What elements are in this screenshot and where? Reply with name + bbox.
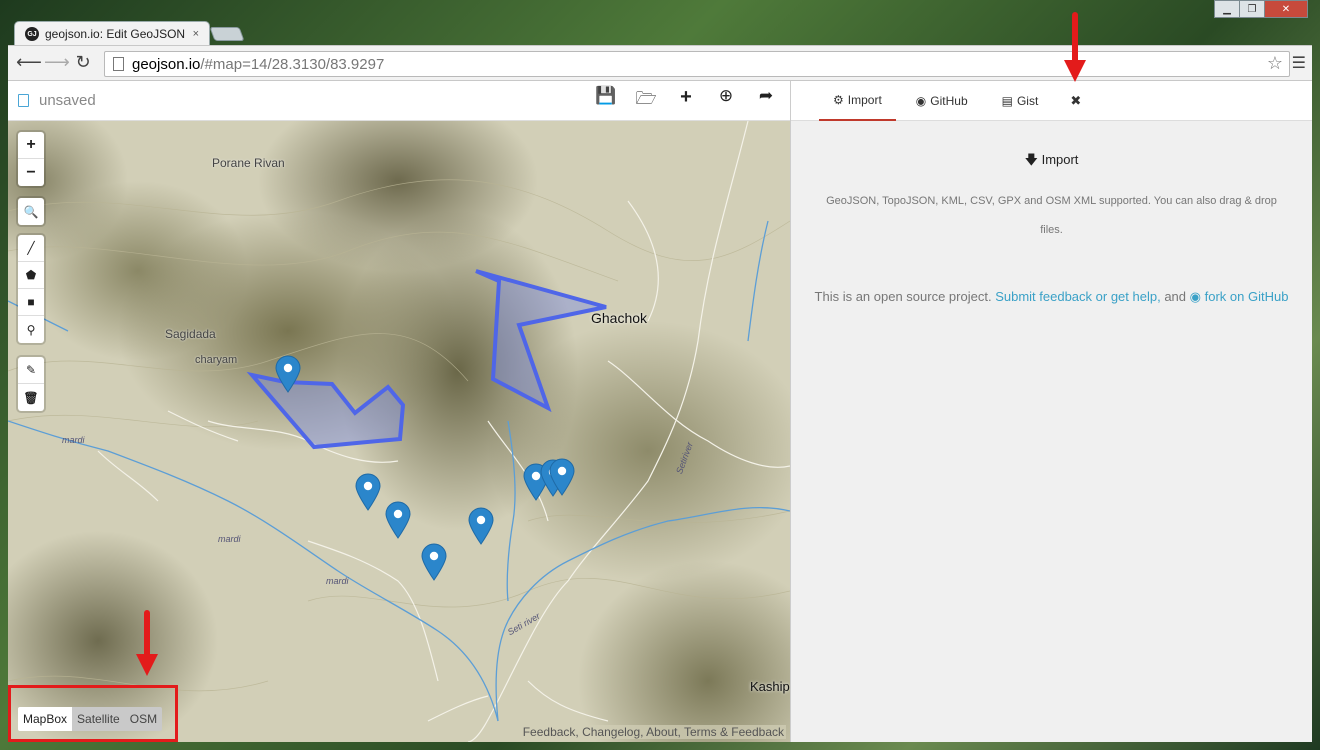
filename[interactable]: unsaved [39, 92, 96, 109]
tab-label: Gist [1016, 93, 1039, 108]
import-title-label: Import [1041, 152, 1079, 167]
place-label: Kaship [750, 679, 790, 694]
zoom-control: + − [18, 132, 44, 186]
url-host: geojson.io [132, 55, 201, 73]
river-label: mardi [218, 534, 241, 544]
river-label: mardi [62, 435, 85, 445]
marker-pin-icon[interactable] [275, 355, 301, 393]
draw-line-icon[interactable]: ╱ [18, 235, 44, 262]
draw-toolbar: ╱ ⬟ ■ ⚲ [18, 235, 44, 343]
save-icon[interactable]: 💾 [586, 86, 626, 115]
window-titlebar: GJ geojson.io: Edit GeoJSON × ▁ ❐ ✕ [0, 0, 1320, 46]
edit-toolbar: ✎ 🗑 [18, 357, 44, 411]
place-label: Ghachok [591, 310, 648, 326]
place-label: Sagidada [165, 327, 216, 341]
marker-pin-icon[interactable] [385, 501, 411, 539]
map-header: unsaved 💾 🗁 + ⊕ ➦ [8, 81, 790, 121]
arrow-right-icon[interactable]: ⟶ [44, 52, 70, 73]
file-icon [18, 94, 29, 107]
address-bar[interactable]: geojson.io /#map=14/28.3130/83.9297 ☆ [104, 51, 1290, 77]
open-icon[interactable]: 🗁 [626, 86, 666, 115]
oss-text: This is an open source project. [814, 289, 992, 304]
marker-pin-icon[interactable] [355, 473, 381, 511]
layer-satellite-button[interactable]: Satellite [72, 707, 125, 731]
new-tab-button[interactable] [209, 27, 245, 41]
open-source-note: This is an open source project. Submit f… [791, 289, 1312, 305]
marker-pin-icon[interactable] [421, 543, 447, 581]
search-control: 🔍 [18, 198, 44, 225]
search-icon[interactable]: 🔍 [18, 198, 44, 225]
feedback-link[interactable]: Submit feedback or get help, [995, 289, 1161, 304]
tab-gist[interactable]: ▤ Gist [988, 81, 1053, 121]
download-icon[interactable]: ⊕ [706, 86, 746, 115]
browser-tab[interactable]: GJ geojson.io: Edit GeoJSON × [14, 21, 210, 46]
marker-pin-icon[interactable] [549, 458, 575, 496]
add-icon[interactable]: + [666, 86, 706, 115]
reload-icon[interactable]: ↻ [72, 52, 94, 73]
draw-rectangle-icon[interactable]: ■ [18, 289, 44, 316]
close-panel-icon[interactable]: ✖ [1070, 93, 1081, 109]
fork-link-label: fork on GitHub [1204, 289, 1289, 304]
layer-osm-button[interactable]: OSM [125, 707, 162, 731]
gear-icon: ⚙ [833, 92, 844, 107]
tab-label: GitHub [930, 93, 968, 108]
terrain-layer [8, 121, 790, 742]
layer-mapbox-button[interactable]: MapBox [18, 707, 73, 731]
layer-switcher: MapBox Satellite OSM [18, 707, 163, 731]
edit-icon[interactable]: ✎ [18, 357, 44, 384]
tab-label: Import [847, 92, 882, 107]
map-footer-links[interactable]: Feedback, Changelog, About, Terms & Feed… [520, 725, 786, 739]
place-label: Porane Rivan [212, 156, 285, 170]
panel-tabs: ⚙ Import ◉ GitHub ▤ Gist ✖ [791, 81, 1312, 121]
page-icon [113, 57, 124, 71]
bookmark-star-icon[interactable]: ☆ [1267, 53, 1283, 74]
import-pane: 🡇 Import GeoJSON, TopoJSON, KML, CSV, GP… [791, 151, 1312, 305]
browser-menu-icon[interactable]: ☰ [1292, 53, 1306, 73]
place-label: charyam [195, 354, 238, 366]
marker-pin-icon[interactable] [468, 507, 494, 545]
polygon-shape[interactable] [475, 269, 607, 413]
map-canvas[interactable]: Porane Rivan Sagidada charyam Ghachok Ka… [8, 121, 790, 742]
arrow-down-icon: 🡇 [1024, 152, 1038, 167]
side-panel: ⚙ Import ◉ GitHub ▤ Gist ✖ 🡇 Import GeoJ… [790, 81, 1312, 742]
file-actions: 💾 🗁 + ⊕ ➦ [586, 86, 786, 115]
favicon-icon: GJ [25, 27, 39, 41]
tab-close-icon[interactable]: × [193, 28, 199, 40]
github-icon: ◉ [915, 93, 927, 108]
gist-icon: ▤ [1001, 93, 1013, 108]
tab-title: geojson.io: Edit GeoJSON [45, 27, 186, 41]
tab-github[interactable]: ◉ GitHub [902, 81, 982, 121]
url-path: /#map=14/28.3130/83.9297 [200, 55, 385, 73]
arrow-left-icon[interactable]: ⟵ [16, 52, 42, 73]
zoom-out-button[interactable]: − [18, 159, 44, 186]
import-description: GeoJSON, TopoJSON, KML, CSV, GPX and OSM… [826, 195, 1277, 236]
window-controls: ▁ ❐ ✕ [1214, 0, 1308, 18]
tab-import[interactable]: ⚙ Import [819, 81, 896, 121]
minimize-button[interactable]: ▁ [1214, 0, 1240, 18]
fork-github-link[interactable]: ◉ fork on GitHub [1190, 289, 1289, 304]
github-icon: ◉ [1189, 289, 1201, 304]
zoom-in-button[interactable]: + [18, 132, 44, 159]
draw-polygon-icon[interactable]: ⬟ [18, 262, 44, 289]
maximize-button[interactable]: ❐ [1239, 0, 1265, 18]
map-pane: unsaved 💾 🗁 + ⊕ ➦ Porane Rivan Sagidada … [8, 81, 790, 742]
river-label: mardi [326, 576, 349, 586]
draw-marker-icon[interactable]: ⚲ [18, 316, 44, 343]
share-icon[interactable]: ➦ [746, 86, 786, 115]
close-window-button[interactable]: ✕ [1264, 0, 1308, 18]
browser-toolbar: ⟵ ⟶ ↻ geojson.io /#map=14/28.3130/83.929… [8, 45, 1312, 81]
oss-text: and [1164, 289, 1187, 304]
geojson-app: unsaved 💾 🗁 + ⊕ ➦ Porane Rivan Sagidada … [8, 81, 1312, 742]
import-title[interactable]: 🡇 Import [791, 151, 1312, 173]
trash-icon[interactable]: 🗑 [18, 384, 44, 411]
